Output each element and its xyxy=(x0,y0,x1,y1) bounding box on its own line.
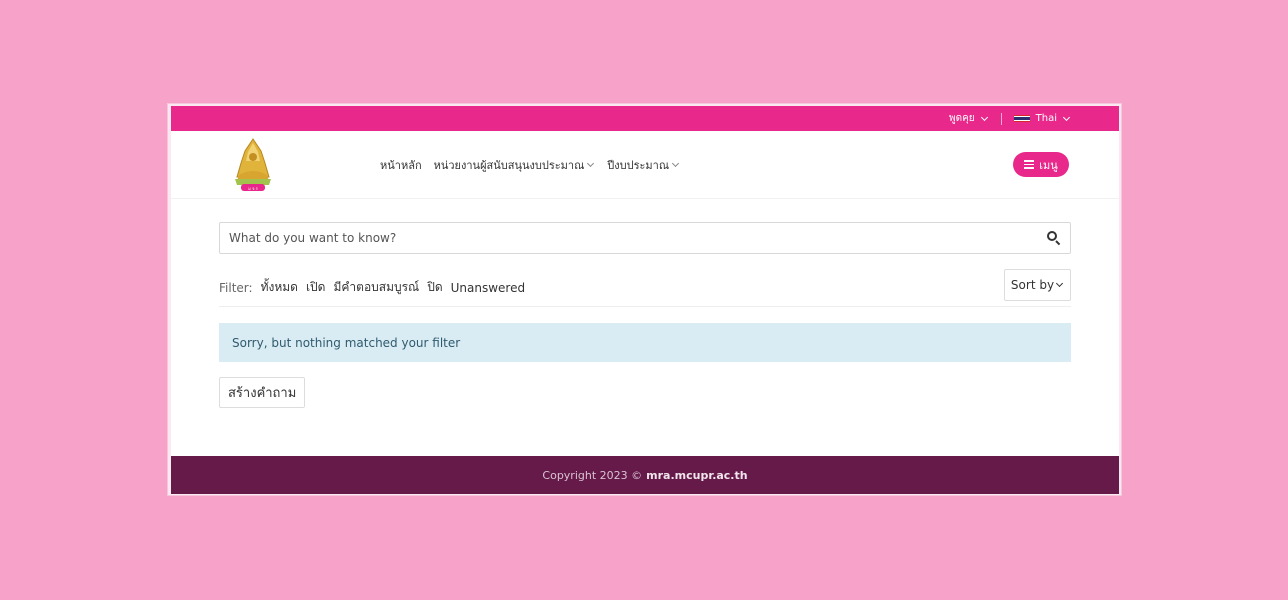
main-nav: หน้าหลัก หน่วยงานผู้สนับสนุนงบประมาณ ปีง… xyxy=(380,131,680,199)
svg-text:ม จ ร: ม จ ร xyxy=(248,186,259,191)
chevron-down-icon xyxy=(980,113,988,121)
site-footer: Copyright 2023 © mra.mcupr.ac.th xyxy=(171,456,1119,494)
page-window: พูดคุย Thai ม จ ร หน้าหลัก หน่วยงานผู้สน… xyxy=(171,106,1119,494)
chevron-down-icon xyxy=(1056,279,1064,288)
chat-label: พูดคุย xyxy=(949,113,975,124)
nav-item-fiscal-year[interactable]: ปีงบประมาณ xyxy=(607,156,680,174)
nav-item-home[interactable]: หน้าหลัก xyxy=(380,156,422,174)
university-logo[interactable]: ม จ ร xyxy=(231,137,275,193)
copyright-text: Copyright 2023 © xyxy=(542,468,643,482)
filter-label: Filter: xyxy=(219,280,253,295)
filter-all[interactable]: ทั้งหมด xyxy=(261,278,298,297)
language-dropdown[interactable]: Thai xyxy=(1013,113,1071,124)
chat-dropdown[interactable]: พูดคุย xyxy=(949,111,989,126)
nav-label: ปีงบประมาณ xyxy=(607,159,670,172)
no-results-alert: Sorry, but nothing matched your filter xyxy=(219,323,1071,362)
nav-label: หน้าหลัก xyxy=(380,159,422,172)
filter-unanswered[interactable]: Unanswered xyxy=(451,281,525,295)
browser-frame: พูดคุย Thai ม จ ร หน้าหลัก หน่วยงานผู้สน… xyxy=(167,103,1122,496)
filter-answered[interactable]: มีคำตอบสมบูรณ์ xyxy=(333,278,419,297)
sort-label: Sort by xyxy=(1010,278,1055,292)
hamburger-icon xyxy=(1024,160,1035,169)
chevron-down-icon xyxy=(1062,113,1071,121)
top-bar: พูดคุย Thai xyxy=(171,106,1119,131)
filter-open[interactable]: เปิด xyxy=(306,278,326,297)
search-input[interactable] xyxy=(229,231,1047,245)
filter-bar: Filter: ทั้งหมด เปิด มีคำตอบสมบูรณ์ ปิด … xyxy=(219,269,1071,307)
divider xyxy=(1000,112,1002,125)
menu-label: เมนู xyxy=(1039,158,1058,172)
search-bar xyxy=(219,222,1071,254)
chevron-down-icon xyxy=(672,159,680,168)
site-header: ม จ ร หน้าหลัก หน่วยงานผู้สนับสนุนงบประม… xyxy=(171,131,1119,199)
alert-message: Sorry, but nothing matched your filter xyxy=(232,335,461,350)
site-link[interactable]: mra.mcupr.ac.th xyxy=(646,469,747,482)
nav-item-sponsors[interactable]: หน่วยงานผู้สนับสนุนงบประมาณ xyxy=(434,156,596,174)
filter-closed[interactable]: ปิด xyxy=(427,278,442,297)
create-question-label: สร้างคำถาม xyxy=(228,386,297,401)
sort-by-button[interactable]: Sort by xyxy=(1004,269,1071,301)
search-icon[interactable] xyxy=(1047,231,1061,246)
language-label: Thai xyxy=(1035,113,1057,124)
nav-label: หน่วยงานผู้สนับสนุนงบประมาณ xyxy=(433,159,585,172)
create-question-button[interactable]: สร้างคำถาม xyxy=(219,377,306,408)
thai-flag-icon xyxy=(1013,114,1030,123)
chevron-down-icon xyxy=(587,159,595,168)
menu-button[interactable]: เมนู xyxy=(1013,152,1069,177)
